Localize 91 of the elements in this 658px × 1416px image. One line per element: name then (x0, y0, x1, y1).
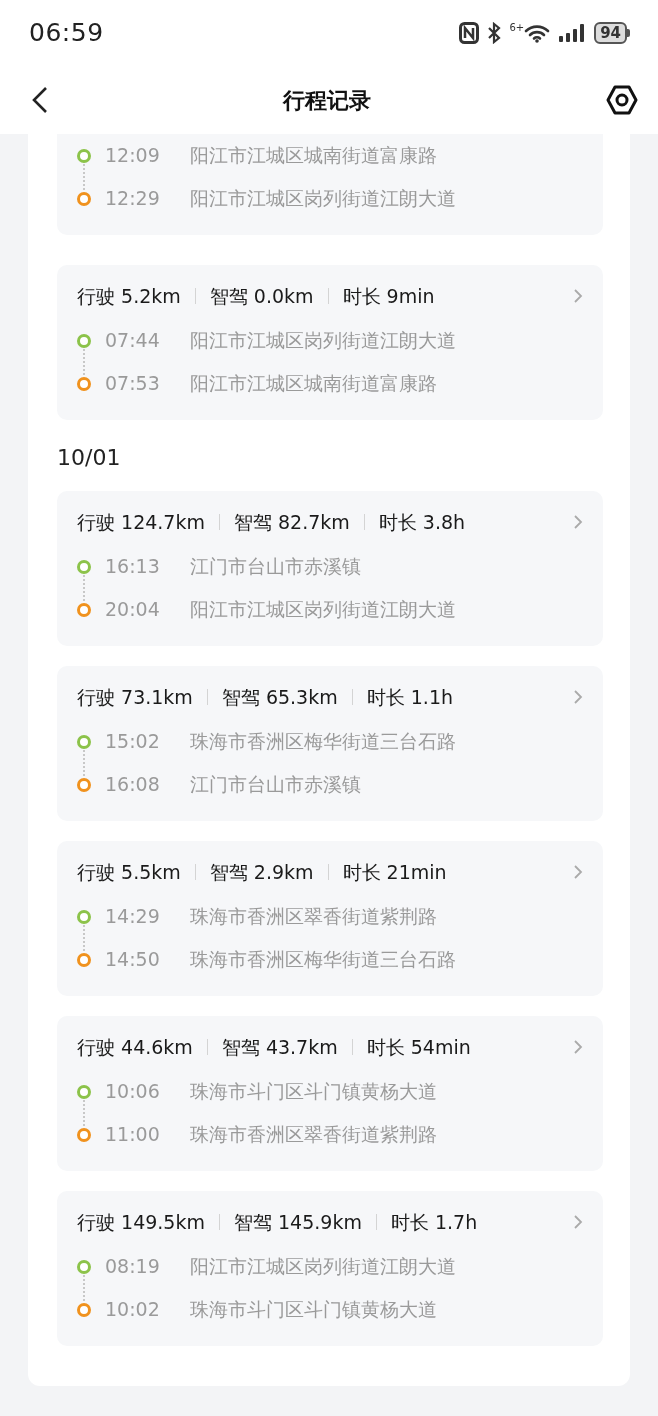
route-address: 珠海市香洲区梅华街道三台石路 (190, 729, 456, 755)
end-dot (77, 602, 91, 617)
route-address: 阳江市江城区城南街道富康路 (190, 371, 437, 397)
trip-stat: 行驶 73.1km (77, 684, 193, 710)
route-time: 07:44 (105, 328, 161, 354)
trip-card[interactable]: 行驶 124.7km 智驾 82.7km 时长 3.8h 16:13 江门市台山市赤溪镇 20:04 阳江市江城区岗列街道江朗大道 (57, 491, 603, 646)
page-title: 行程记录 (283, 86, 371, 115)
trip-stat: 智驾 0.0km (209, 283, 314, 309)
route-connector (83, 1100, 85, 1126)
signal-icon (558, 23, 587, 43)
wifi-icon (524, 23, 551, 43)
end-dot (77, 952, 91, 967)
start-dot (77, 909, 91, 924)
trip-stat: 时长 1.1h (366, 684, 454, 710)
nfc-icon (459, 22, 480, 44)
trip-stat: 智驾 65.3km (221, 684, 338, 710)
chevron-right-icon (573, 689, 583, 705)
trip-stat: 智驾 43.7km (221, 1034, 338, 1060)
trip-card[interactable]: 行驶 149.5km 智驾 145.9km 时长 1.7h 08:19 阳江市江城区岗列街道江朗大道 10:02 珠海市斗门区斗门镇黄杨大道 (57, 1191, 603, 1346)
end-dot (77, 1127, 91, 1142)
status-time: 06:59 (29, 17, 104, 50)
chevron-right-icon (573, 288, 583, 304)
chevron-right-icon (573, 1214, 583, 1230)
trip-card[interactable]: 行驶 44.6km 智驾 43.7km 时长 54min 10:06 珠海市斗门区斗门镇黄杨大道 11:00 珠海市香洲区翠香街道紫荆路 (57, 1016, 603, 1171)
route-time: 12:29 (105, 186, 161, 212)
chevron-right-icon (573, 864, 583, 880)
trip-stat: 行驶 149.5km (77, 1209, 205, 1235)
trip-card[interactable]: 行驶 5.2km 智驾 0.0km 时长 9min 07:44 阳江市江城区岗列街道江朗大道 07:53 阳江市江城区城南街道富康路 (57, 265, 603, 420)
route-address: 阳江市江城区城南街道富康路 (190, 143, 437, 169)
end-dot (77, 777, 91, 792)
bluetooth-icon (487, 22, 502, 44)
trip-stat: 时长 9min (342, 283, 435, 309)
battery-tip (627, 29, 630, 37)
route-time: 20:04 (105, 597, 161, 623)
trip-card[interactable]: 行驶 73.1km 智驾 65.3km 时长 1.1h 15:02 珠海市香洲区梅华街道三台石路 16:08 江门市台山市赤溪镇 (57, 666, 603, 821)
date-heading: 10/01 (57, 444, 122, 472)
route-connector (83, 164, 85, 190)
trip-stat: 行驶 5.5km (77, 859, 181, 885)
trip-stat: 时长 54min (366, 1034, 471, 1060)
trip-stat: 时长 1.7h (390, 1209, 478, 1235)
route-address: 珠海市斗门区斗门镇黄杨大道 (190, 1079, 437, 1105)
end-dot (77, 191, 91, 206)
route-time: 16:08 (105, 772, 161, 798)
route-connector (83, 750, 85, 776)
route-address: 珠海市香洲区梅华街道三台石路 (190, 947, 456, 973)
end-dot (77, 376, 91, 391)
route-address: 江门市台山市赤溪镇 (190, 772, 361, 798)
route-time: 14:29 (105, 904, 161, 930)
route-time: 07:53 (105, 371, 161, 397)
route-address: 珠海市斗门区斗门镇黄杨大道 (190, 1297, 437, 1323)
start-dot (77, 333, 91, 348)
route-time: 11:00 (105, 1122, 161, 1148)
route-time: 16:13 (105, 554, 161, 580)
end-dot (77, 1302, 91, 1317)
route-time: 08:19 (105, 1254, 161, 1280)
route-address: 珠海市香洲区翠香街道紫荆路 (190, 904, 437, 930)
route-time: 12:09 (105, 143, 161, 169)
route-address: 珠海市香洲区翠香街道紫荆路 (190, 1122, 437, 1148)
trip-stat: 智驾 145.9km (233, 1209, 362, 1235)
trip-stat: 行驶 5.2km (77, 283, 181, 309)
wifi-label: 6+ (509, 23, 525, 33)
battery-level: 94 (594, 22, 627, 44)
trip-stat: 时长 21min (342, 859, 447, 885)
start-dot (77, 1259, 91, 1274)
route-time: 15:02 (105, 729, 161, 755)
route-connector (83, 575, 85, 601)
route-time: 10:02 (105, 1297, 161, 1323)
chevron-right-icon (573, 514, 583, 530)
route-address: 阳江市江城区岗列街道江朗大道 (190, 186, 456, 212)
trip-stat: 行驶 44.6km (77, 1034, 193, 1060)
back-icon[interactable] (32, 86, 48, 114)
start-dot (77, 148, 91, 163)
route-address: 阳江市江城区岗列街道江朗大道 (190, 597, 456, 623)
start-dot (77, 734, 91, 749)
trip-stat: 行驶 124.7km (77, 509, 205, 535)
route-time: 14:50 (105, 947, 161, 973)
start-dot (77, 559, 91, 574)
trip-stat: 智驾 2.9km (209, 859, 314, 885)
settings-icon[interactable] (606, 85, 638, 115)
route-address: 江门市台山市赤溪镇 (190, 554, 361, 580)
trip-stat: 智驾 82.7km (233, 509, 350, 535)
route-time: 10:06 (105, 1079, 161, 1105)
trip-stat: 时长 3.8h (378, 509, 466, 535)
start-dot (77, 1084, 91, 1099)
route-address: 阳江市江城区岗列街道江朗大道 (190, 1254, 456, 1280)
route-connector (83, 925, 85, 951)
chevron-right-icon (573, 1039, 583, 1055)
route-connector (83, 349, 85, 375)
route-address: 阳江市江城区岗列街道江朗大道 (190, 328, 456, 354)
trip-card[interactable]: 行驶 5.5km 智驾 2.9km 时长 21min 14:29 珠海市香洲区翠香街道紫荆路 14:50 珠海市香洲区梅华街道三台石路 (57, 841, 603, 996)
route-connector (83, 1275, 85, 1301)
